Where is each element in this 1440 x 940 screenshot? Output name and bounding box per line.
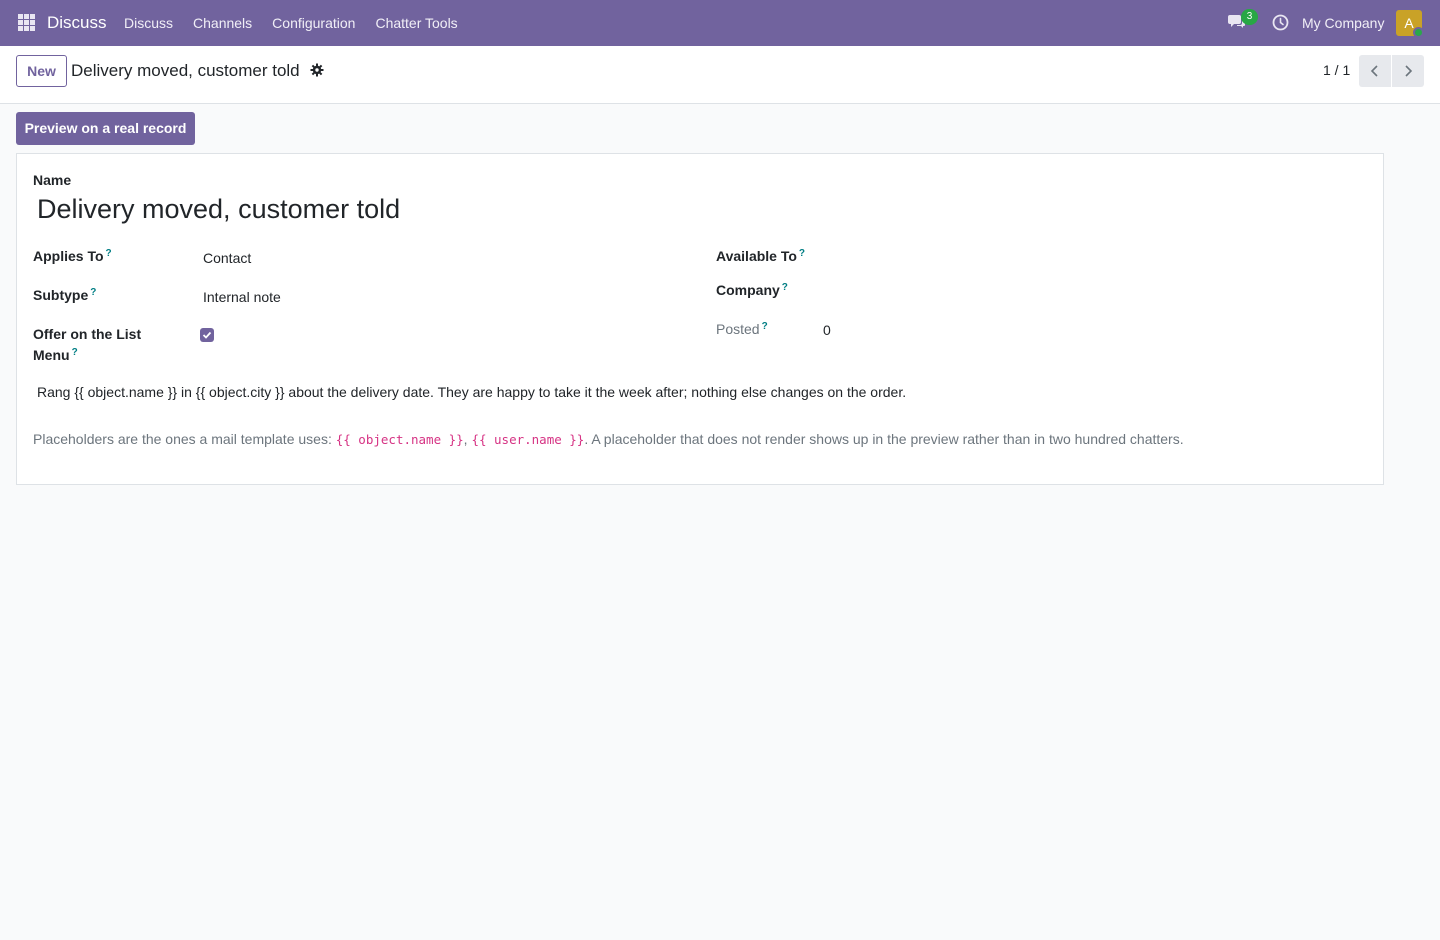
- posted-label-text: Posted: [716, 321, 760, 337]
- menu-item-discuss[interactable]: Discuss: [114, 0, 183, 46]
- app-brand[interactable]: Discuss: [47, 13, 107, 33]
- company-label: Company?: [716, 282, 788, 298]
- posted-count-value: 0: [823, 322, 831, 338]
- menu-item-configuration[interactable]: Configuration: [262, 0, 365, 46]
- hint-code-object-name: {{ object.name }}: [335, 432, 464, 447]
- applies-to-field[interactable]: Contact: [203, 250, 251, 266]
- help-tooltip-icon[interactable]: ?: [72, 347, 78, 358]
- new-button[interactable]: New: [16, 55, 67, 87]
- placeholder-hint: Placeholders are the ones a mail templat…: [33, 431, 1184, 447]
- chevron-right-icon: [1405, 65, 1413, 77]
- body-editor[interactable]: Rang {{ object.name }} in {{ object.city…: [37, 384, 906, 400]
- name-label: Name: [33, 172, 72, 188]
- pager-previous-button[interactable]: [1359, 55, 1391, 87]
- company-label-text: Company: [716, 282, 780, 298]
- help-tooltip-icon[interactable]: ?: [782, 282, 788, 293]
- top-navbar: Discuss Discuss Channels Configuration C…: [0, 0, 1440, 46]
- company-switcher[interactable]: My Company: [1302, 15, 1384, 31]
- applies-to-label: Applies To?: [33, 248, 112, 264]
- pager-value[interactable]: 1 / 1: [1323, 62, 1350, 78]
- applies-to-label-text: Applies To: [33, 248, 104, 264]
- form-sheet: Name Delivery moved, customer told Appli…: [16, 153, 1384, 485]
- checkmark-icon: [202, 331, 212, 339]
- gear-icon[interactable]: [310, 63, 324, 77]
- hint-prefix: Placeholders are the ones a mail templat…: [33, 431, 336, 447]
- help-tooltip-icon[interactable]: ?: [90, 287, 96, 298]
- chevron-left-icon: [1370, 65, 1378, 77]
- offer-list-menu-label-text: Menu: [33, 347, 70, 363]
- pager-next-button[interactable]: [1392, 55, 1424, 87]
- offer-list-menu-checkbox[interactable]: [200, 328, 214, 342]
- help-tooltip-icon[interactable]: ?: [106, 248, 112, 259]
- control-panel: New Delivery moved, customer told 1 / 1: [0, 46, 1440, 104]
- subtype-label-text: Subtype: [33, 287, 89, 303]
- record-breadcrumb-title: Delivery moved, customer told: [71, 61, 300, 80]
- offer-list-menu-label-line2: Menu?: [33, 347, 78, 363]
- subtype-label: Subtype?: [33, 287, 96, 303]
- posted-label: Posted?: [716, 321, 768, 337]
- menu-item-channels[interactable]: Channels: [183, 0, 262, 46]
- activity-clock-icon[interactable]: [1272, 14, 1289, 31]
- preview-real-record-button[interactable]: Preview on a real record: [16, 112, 195, 145]
- subtype-field[interactable]: Internal note: [203, 289, 281, 305]
- help-tooltip-icon[interactable]: ?: [762, 321, 768, 332]
- main-menu: Discuss Channels Configuration Chatter T…: [114, 0, 468, 46]
- menu-item-chatter-tools[interactable]: Chatter Tools: [365, 0, 467, 46]
- available-to-label-text: Available To: [716, 248, 797, 264]
- help-tooltip-icon[interactable]: ?: [799, 248, 805, 259]
- apps-grid-icon[interactable]: [18, 14, 35, 31]
- name-input[interactable]: Delivery moved, customer told: [37, 194, 400, 225]
- hint-suffix: . A placeholder that does not render sho…: [584, 431, 1184, 447]
- hint-code-user-name: {{ user.name }}: [471, 432, 585, 447]
- chat-count-badge: 3: [1241, 9, 1258, 25]
- online-status-icon: [1413, 27, 1424, 38]
- offer-list-menu-label-line1: Offer on the List: [33, 326, 142, 342]
- available-to-label: Available To?: [716, 248, 805, 264]
